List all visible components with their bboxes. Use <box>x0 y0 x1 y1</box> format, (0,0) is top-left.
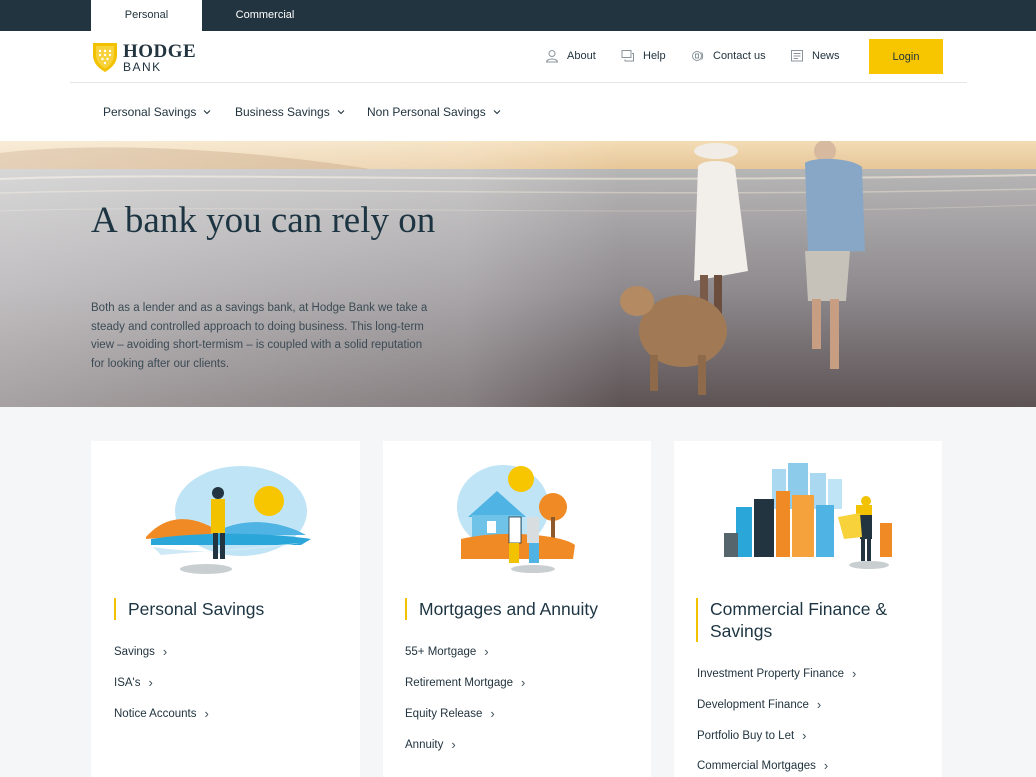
nav-label: Personal Savings <box>103 105 197 119</box>
card-link-annuity[interactable]: Annuity › <box>405 737 456 752</box>
header-divider <box>70 82 967 83</box>
segment-bar: Personal Commercial <box>0 0 1036 31</box>
chevron-right-icon: › <box>148 675 153 690</box>
login-button[interactable]: Login <box>869 39 943 74</box>
hero-title: A bank you can rely on <box>91 200 436 241</box>
header-link-about[interactable]: About <box>545 41 596 71</box>
card-link-investment-property-finance[interactable]: Investment Property Finance › <box>697 666 856 681</box>
chevron-down-icon <box>337 110 345 115</box>
card-mortgages-annuity: Mortgages and Annuity 55+ Mortgage › Reti… <box>383 441 651 777</box>
link-label: Development Finance <box>697 698 809 711</box>
link-label: Retirement Mortgage <box>405 676 514 689</box>
card-link-notice-accounts[interactable]: Notice Accounts › <box>114 706 209 721</box>
card-link-isas[interactable]: ISA's › <box>114 675 153 690</box>
user-icon <box>545 50 559 63</box>
about-label: About <box>567 50 596 62</box>
help-label: Help <box>643 50 666 62</box>
link-label: Commercial Mortgages <box>697 759 816 772</box>
commercial-illustration <box>724 463 892 569</box>
help-chat-icon <box>621 50 634 62</box>
chevron-right-icon: › <box>802 728 807 743</box>
chevron-right-icon: › <box>451 737 456 752</box>
chevron-right-icon: › <box>162 644 168 659</box>
card-link-savings[interactable]: Savings › <box>114 644 167 659</box>
card-link-equity-release[interactable]: Equity Release › <box>405 706 495 721</box>
chevron-right-icon: › <box>490 706 495 721</box>
card-title: Personal Savings <box>114 598 264 620</box>
card-title: Mortgages and Annuity <box>405 598 598 620</box>
tab-commercial[interactable]: Commercial <box>202 0 328 31</box>
link-label: Notice Accounts <box>114 707 197 720</box>
header-link-help[interactable]: Help <box>621 41 666 71</box>
mortgages-illustration <box>457 465 575 573</box>
chevron-right-icon: › <box>521 675 526 690</box>
nav-label: Business Savings <box>235 105 330 119</box>
card-link-55-mortgage[interactable]: 55+ Mortgage › <box>405 644 489 659</box>
link-label: Portfolio Buy to Let <box>697 729 795 742</box>
logo-text-bank: BANK <box>123 60 162 74</box>
card-link-portfolio-buy-to-let[interactable]: Portfolio Buy to Let › <box>697 728 807 743</box>
hodge-bank-logo[interactable]: HODGE BANK <box>91 40 201 74</box>
shield-logo-icon <box>93 43 117 72</box>
hero-banner: A bank you can rely on Both as a lender … <box>0 141 1036 407</box>
link-label: ISA's <box>114 676 141 689</box>
header-link-contact[interactable]: Contact us <box>691 41 766 71</box>
link-label: Savings <box>114 645 155 658</box>
phone-icon <box>692 51 704 61</box>
link-label: Investment Property Finance <box>697 667 845 680</box>
chevron-right-icon: › <box>204 706 209 721</box>
nav-non-personal-savings[interactable]: Non Personal Savings <box>367 105 501 119</box>
link-label: Annuity <box>405 738 444 751</box>
hero-description: Both as a lender and as a savings bank, … <box>91 302 428 370</box>
chevron-right-icon: › <box>852 666 857 681</box>
chevron-down-icon <box>493 110 501 115</box>
card-link-development-finance[interactable]: Development Finance › <box>697 697 821 712</box>
card-personal-savings: Personal Savings Savings › ISA's › Notice … <box>91 441 360 777</box>
site-header: HODGE BANK About Help Contact us News Lo… <box>0 31 1036 141</box>
chevron-right-icon: › <box>816 697 822 712</box>
tab-personal[interactable]: Personal <box>91 0 202 31</box>
nav-business-savings[interactable]: Business Savings <box>235 105 345 119</box>
chevron-down-icon <box>204 110 211 115</box>
news-icon <box>791 50 803 62</box>
card-title: Commercial Finance & Savings <box>696 598 916 642</box>
contact-label: Contact us <box>713 50 766 62</box>
header-link-news[interactable]: News <box>790 41 840 71</box>
nav-label: Non Personal Savings <box>367 105 486 119</box>
card-link-commercial-mortgages[interactable]: Commercial Mortgages › <box>697 758 828 773</box>
nav-personal-savings[interactable]: Personal Savings <box>103 105 211 119</box>
link-label: 55+ Mortgage <box>405 645 477 658</box>
card-commercial-finance: Commercial Finance & Savings Investment … <box>674 441 942 777</box>
personal-savings-illustration <box>146 466 311 574</box>
chevron-right-icon: › <box>823 758 829 773</box>
chevron-right-icon: › <box>484 644 489 659</box>
card-link-retirement-mortgage[interactable]: Retirement Mortgage › <box>405 675 525 690</box>
link-label: Equity Release <box>405 707 483 720</box>
news-label: News <box>812 50 840 62</box>
